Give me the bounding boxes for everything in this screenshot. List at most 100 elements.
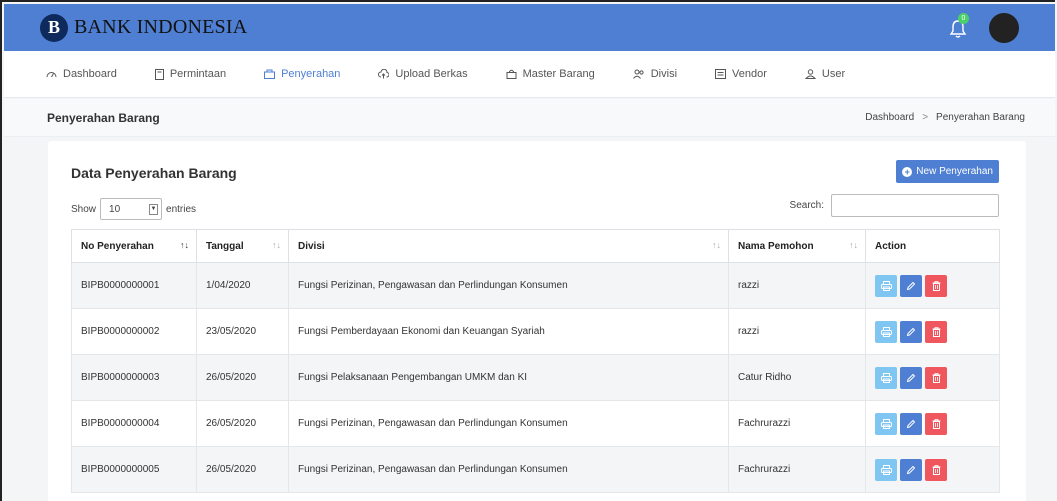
dashboard-icon <box>46 72 57 78</box>
table-row: BIPB0000000005 26/05/2020 Fungsi Perizinan… <box>71 446 1000 493</box>
cell-nama-pemohon: Fachrurazzi <box>728 446 866 493</box>
print-button[interactable] <box>875 274 897 297</box>
printer-icon <box>880 280 892 291</box>
row-actions <box>875 366 990 389</box>
nav-permintaan[interactable]: Permintaan <box>154 68 227 80</box>
brand-name: BANK INDONESIA <box>74 16 248 38</box>
new-penyerahan-label: New Penyerahan <box>916 166 993 177</box>
column-label: Nama Pemohon <box>738 240 814 252</box>
page-length-value: 10 <box>109 203 121 215</box>
vendor-icon <box>715 69 727 79</box>
nav-upload-berkas-label: Upload Berkas <box>395 68 468 80</box>
edit-button[interactable] <box>900 412 922 435</box>
handover-icon <box>264 69 276 79</box>
print-button[interactable] <box>875 412 897 435</box>
page-header: Penyerahan Barang Dashboard > Penyerahan… <box>4 99 1055 137</box>
brand[interactable]: B BANK INDONESIA <box>40 13 248 42</box>
delete-button[interactable] <box>925 458 947 481</box>
trash-icon <box>932 464 941 475</box>
print-button[interactable] <box>875 320 897 343</box>
page-title: Penyerahan Barang <box>47 110 160 125</box>
new-penyerahan-button[interactable]: + New Penyerahan <box>896 160 999 183</box>
nav-divisi[interactable]: Divisi <box>632 68 678 80</box>
notification-badge: 0 <box>958 12 969 24</box>
nav-upload-berkas[interactable]: Upload Berkas <box>378 68 468 80</box>
edit-button[interactable] <box>900 366 922 389</box>
sort-icon: ↑↓ <box>272 240 281 250</box>
cell-nama-pemohon: razzi <box>728 262 866 309</box>
cell-nama-pemohon: razzi <box>728 308 866 355</box>
edit-button[interactable] <box>900 458 922 481</box>
delete-button[interactable] <box>925 320 947 343</box>
entries-label: entries <box>166 203 197 215</box>
cell-tanggal: 26/05/2020 <box>196 446 289 493</box>
table-row: BIPB0000000004 26/05/2020 Fungsi Perizinan… <box>71 400 1000 447</box>
trash-icon <box>932 372 941 383</box>
row-actions <box>875 320 990 343</box>
cell-action <box>865 262 1000 309</box>
nav-user-label: User <box>821 68 846 80</box>
nav-user[interactable]: User <box>804 68 846 80</box>
nav-master-barang[interactable]: Master Barang <box>506 68 595 80</box>
search-input[interactable] <box>831 194 999 217</box>
search-control: Search: <box>790 194 999 217</box>
column-label: No Penyerahan <box>81 240 154 252</box>
group-icon <box>632 69 644 79</box>
nav-vendor[interactable]: Vendor <box>715 68 767 80</box>
cell-divisi: Fungsi Pemberdayaan Ekonomi dan Keuangan… <box>288 308 729 355</box>
cell-no-penyerahan: BIPB0000000002 <box>71 308 197 355</box>
column-nama-pemohon[interactable]: Nama Pemohon ↑↓ <box>728 229 866 263</box>
nav-penyerahan[interactable]: Penyerahan <box>264 68 340 80</box>
table-row: BIPB0000000003 26/05/2020 Fungsi Pelaksana… <box>71 354 1000 401</box>
edit-button[interactable] <box>900 274 922 297</box>
trash-icon <box>932 326 941 337</box>
pencil-icon <box>906 327 916 337</box>
nav-divisi-label: Divisi <box>650 68 678 80</box>
dropdown-arrow-icon: ▼ <box>149 204 159 215</box>
main-nav: Dashboard Permintaan Penyerahan Upload B… <box>4 51 1055 98</box>
nav-dashboard[interactable]: Dashboard <box>46 68 117 80</box>
penyerahan-table: No Penyerahan ↑↓ Tanggal ↑↓ Divisi ↑↓ Nama … <box>71 229 1000 493</box>
page-length-control: Show 10 ▼ entries <box>71 198 196 220</box>
notification-bell-icon[interactable]: 0 <box>947 12 969 39</box>
cell-no-penyerahan: BIPB0000000005 <box>71 446 197 493</box>
pencil-icon <box>906 281 916 291</box>
cell-action <box>865 446 1000 493</box>
print-button[interactable] <box>875 458 897 481</box>
cell-tanggal: 26/05/2020 <box>196 354 289 401</box>
app-frame: B BANK INDONESIA 0 Dashboard Permintaan <box>0 0 1055 501</box>
nav-permintaan-label: Permintaan <box>169 68 227 80</box>
breadcrumb-dashboard[interactable]: Dashboard <box>865 112 914 123</box>
top-bar: B BANK INDONESIA 0 <box>4 4 1055 51</box>
column-label: Tanggal <box>206 240 244 252</box>
user-avatar[interactable] <box>989 12 1019 43</box>
box-icon <box>506 69 517 79</box>
cell-action <box>865 308 1000 355</box>
cell-divisi: Fungsi Perizinan, Pengawasan dan Perlind… <box>288 400 729 447</box>
printer-icon <box>880 418 892 429</box>
sort-icon: ↑↓ <box>849 240 858 250</box>
card-title: Data Penyerahan Barang <box>71 165 237 181</box>
top-right-controls: 0 <box>947 12 1019 43</box>
delete-button[interactable] <box>925 274 947 297</box>
breadcrumb: Dashboard > Penyerahan Barang <box>865 112 1025 123</box>
delete-button[interactable] <box>925 366 947 389</box>
cell-nama-pemohon: Catur Ridho <box>728 354 866 401</box>
cell-no-penyerahan: BIPB0000000001 <box>71 262 197 309</box>
cell-no-penyerahan: BIPB0000000004 <box>71 400 197 447</box>
plus-circle-icon: + <box>902 166 913 177</box>
column-divisi[interactable]: Divisi ↑↓ <box>288 229 729 263</box>
column-tanggal[interactable]: Tanggal ↑↓ <box>196 229 289 263</box>
page-length-select[interactable]: 10 ▼ <box>100 198 163 220</box>
column-no-penyerahan[interactable]: No Penyerahan ↑↓ <box>71 229 197 263</box>
cell-divisi: Fungsi Perizinan, Pengawasan dan Perlind… <box>288 262 729 309</box>
table-row: BIPB0000000001 1/04/2020 Fungsi Perizinan,… <box>71 262 1000 309</box>
bank-logo-icon: B <box>40 13 68 42</box>
print-button[interactable] <box>875 366 897 389</box>
cell-no-penyerahan: BIPB0000000003 <box>71 354 197 401</box>
edit-button[interactable] <box>900 320 922 343</box>
search-label: Search: <box>789 200 824 211</box>
delete-button[interactable] <box>925 412 947 435</box>
printer-icon <box>880 326 892 337</box>
cell-tanggal: 23/05/2020 <box>196 308 289 355</box>
